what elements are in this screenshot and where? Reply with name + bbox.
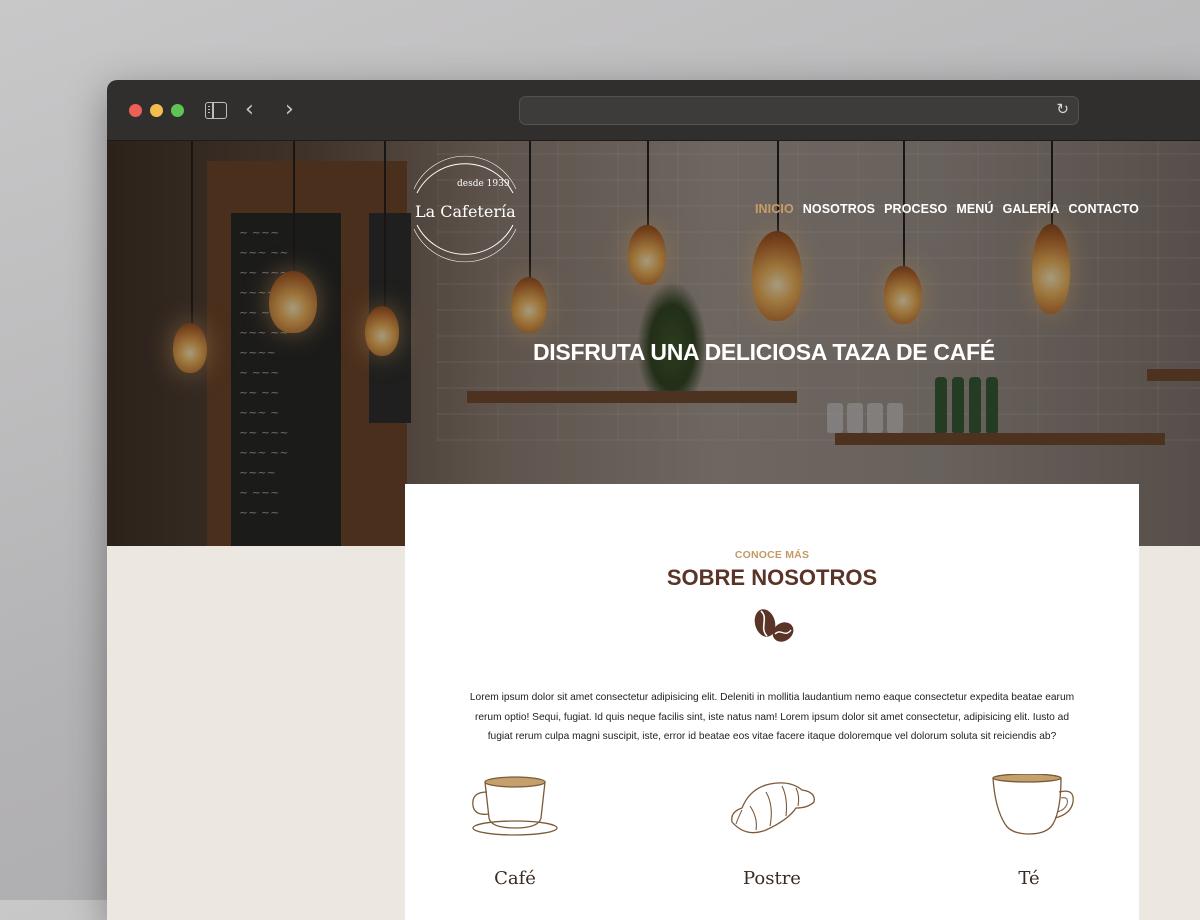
forward-button[interactable]: ›	[285, 96, 294, 124]
tea-cup-icon	[992, 774, 1074, 835]
coffee-cup-icon	[472, 776, 558, 836]
browser-toolbar: ‹ › ↻	[107, 80, 1200, 141]
nav-item-proceso[interactable]: PROCESO	[884, 202, 947, 216]
close-window-button[interactable]	[129, 104, 142, 117]
logo-name: La Cafetería	[415, 202, 516, 221]
back-button[interactable]: ‹	[245, 96, 254, 124]
nav-item-nosotros[interactable]: NOSOTROS	[803, 202, 875, 216]
feature-te: Té	[959, 774, 1099, 889]
nav-item-inicio[interactable]: INICIO	[755, 202, 794, 216]
section-title: SOBRE NOSOTROS	[666, 565, 878, 590]
hero-title: DISFRUTA UNA DELICIOSA TAZA DE CAFÉ	[533, 339, 995, 365]
section-eyebrow: CONOCE MÁS	[734, 549, 810, 561]
maximize-window-button[interactable]	[171, 104, 184, 117]
feature-label: Postre	[743, 868, 801, 889]
feature-cafe: Café	[445, 774, 585, 889]
feature-label: Café	[494, 868, 536, 889]
feature-postre: Postre	[702, 774, 842, 889]
site-logo[interactable]: desde 1939 La Cafetería	[409, 149, 521, 267]
feature-label: Té	[1018, 868, 1040, 889]
main-nav: INICIO NOSOTROS PROCESO MENÚ GALERÍA CON…	[755, 202, 1139, 216]
browser-window: ‹ › ↻ ~ ~~~ ~~~ ~~ ~~ ~~~~ ~~~~ ~ ~~ ~~~ ~~~ …	[107, 80, 1200, 920]
sidebar-toggle-icon[interactable]	[205, 102, 227, 119]
nav-item-contacto[interactable]: CONTACTO	[1069, 202, 1139, 216]
reload-icon[interactable]: ↻	[1056, 100, 1069, 118]
address-bar[interactable]: ↻	[519, 96, 1079, 125]
logo-since: desde 1939	[457, 179, 510, 189]
minimize-window-button[interactable]	[150, 104, 163, 117]
croissant-icon	[731, 782, 815, 834]
about-card: CONOCE MÁS SOBRE NOSOTROS Lorem ipsum do…	[405, 484, 1139, 920]
about-text: Lorem ipsum dolor sit amet consectetur a…	[469, 692, 1075, 742]
coffee-beans-icon	[754, 609, 794, 642]
nav-item-menu[interactable]: MENÚ	[956, 202, 993, 216]
nav-item-galeria[interactable]: GALERÍA	[1003, 202, 1060, 216]
